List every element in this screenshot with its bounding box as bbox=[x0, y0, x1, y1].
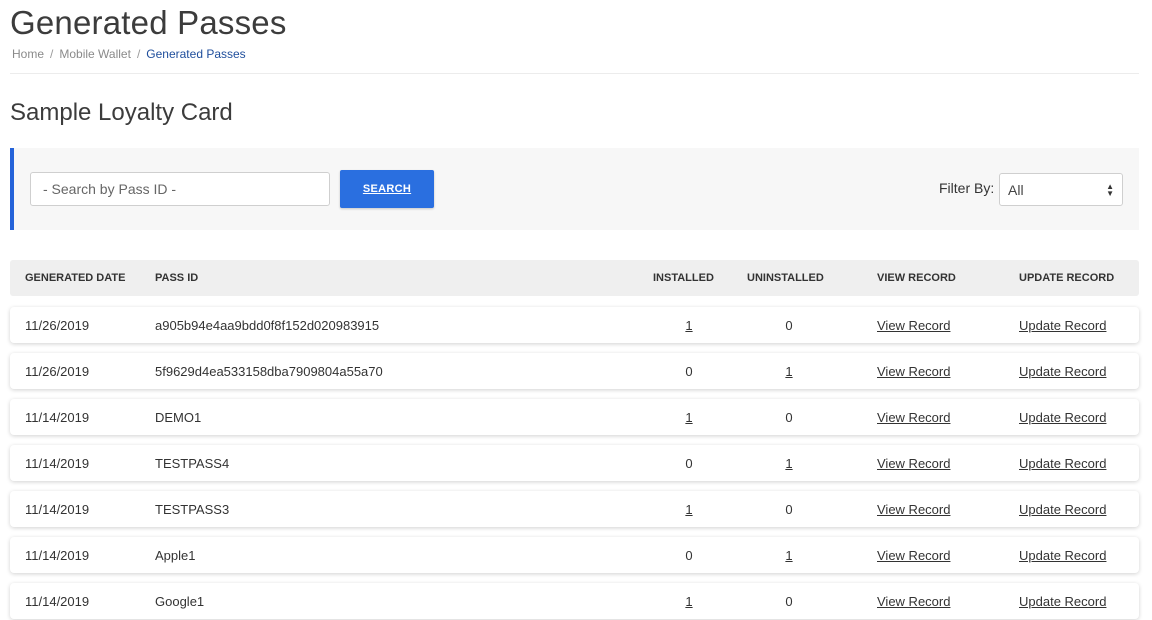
cell-installed[interactable]: 1 bbox=[680, 318, 698, 333]
update-record-link[interactable]: Update Record bbox=[1019, 318, 1106, 333]
cell-generated-date: 11/14/2019 bbox=[25, 502, 90, 517]
table-row: 11/26/2019 5f9629d4ea533158dba7909804a55a… bbox=[10, 353, 1139, 389]
table-row: 11/26/2019 a905b94e4aa9bdd0f8f152d0209839… bbox=[10, 307, 1139, 343]
update-record-link[interactable]: Update Record bbox=[1019, 502, 1106, 517]
cell-installed[interactable]: 1 bbox=[680, 410, 698, 425]
cell-pass-id: Apple1 bbox=[155, 548, 196, 563]
header-view-record: VIEW RECORD bbox=[877, 272, 956, 284]
view-record-link[interactable]: View Record bbox=[877, 410, 950, 425]
view-record-link[interactable]: View Record bbox=[877, 364, 950, 379]
header-uninstalled: UNINSTALLED bbox=[747, 272, 824, 284]
cell-generated-date: 11/26/2019 bbox=[25, 364, 90, 379]
view-record-link[interactable]: View Record bbox=[877, 456, 950, 471]
view-record-link[interactable]: View Record bbox=[877, 594, 950, 609]
update-record-link[interactable]: Update Record bbox=[1019, 548, 1106, 563]
view-record-link[interactable]: View Record bbox=[877, 502, 950, 517]
cell-generated-date: 11/26/2019 bbox=[25, 318, 90, 333]
view-record-link[interactable]: View Record bbox=[877, 318, 950, 333]
cell-pass-id: TESTPASS3 bbox=[155, 502, 230, 517]
table-header: GENERATED DATE PASS ID INSTALLED UNINSTA… bbox=[10, 260, 1139, 296]
header-generated-date: GENERATED DATE bbox=[25, 272, 126, 284]
cell-installed[interactable]: 1 bbox=[680, 502, 698, 517]
table-row: 11/14/2019 Google1 1 0 View Record Update Rec… bbox=[10, 583, 1139, 619]
filter-selected-value: All bbox=[1008, 181, 1024, 198]
cell-pass-id: TESTPASS4 bbox=[155, 456, 230, 471]
cell-generated-date: 11/14/2019 bbox=[25, 456, 90, 471]
breadcrumb-current: Generated Passes bbox=[146, 47, 246, 61]
breadcrumb: Home / Mobile Wallet / Generated Passes bbox=[12, 47, 246, 61]
search-input[interactable] bbox=[30, 172, 330, 206]
table-row: 11/14/2019 TESTPASS3 1 0 View Record Update R… bbox=[10, 491, 1139, 527]
cell-generated-date: 11/14/2019 bbox=[25, 594, 90, 609]
cell-uninstalled[interactable]: 1 bbox=[780, 548, 798, 563]
page-title: Generated Passes bbox=[10, 4, 287, 41]
cell-pass-id: Google1 bbox=[155, 594, 205, 609]
cell-uninstalled[interactable]: 1 bbox=[780, 456, 798, 471]
update-record-link[interactable]: Update Record bbox=[1019, 364, 1106, 379]
cell-pass-id: a905b94e4aa9bdd0f8f152d020983915 bbox=[155, 318, 380, 333]
filter-select[interactable]: All ▲ ▼ bbox=[999, 173, 1123, 206]
search-button[interactable]: SEARCH bbox=[340, 170, 434, 208]
cell-generated-date: 11/14/2019 bbox=[25, 548, 90, 563]
header-installed: INSTALLED bbox=[653, 272, 714, 284]
cell-installed: 0 bbox=[685, 456, 693, 471]
breadcrumb-mobile-wallet-link[interactable]: Mobile Wallet bbox=[59, 47, 131, 61]
cell-uninstalled: 0 bbox=[785, 594, 793, 609]
header-update-record: UPDATE RECORD bbox=[1019, 272, 1115, 284]
table-row: 11/14/2019 TESTPASS4 0 1 View Record Update R… bbox=[10, 445, 1139, 481]
cell-pass-id: 5f9629d4ea533158dba7909804a55a70 bbox=[155, 364, 383, 379]
cell-installed: 0 bbox=[685, 548, 693, 563]
breadcrumb-separator: / bbox=[136, 47, 141, 61]
search-panel: SEARCH Filter By: All ▲▼ bbox=[10, 148, 1139, 230]
cell-uninstalled[interactable]: 1 bbox=[780, 364, 798, 379]
cell-installed[interactable]: 1 bbox=[680, 594, 698, 609]
cell-uninstalled: 0 bbox=[785, 502, 793, 517]
cell-uninstalled: 0 bbox=[785, 410, 793, 425]
update-record-link[interactable]: Update Record bbox=[1019, 594, 1106, 609]
section-title: Sample Loyalty Card bbox=[10, 99, 233, 126]
breadcrumb-separator: / bbox=[50, 47, 54, 61]
select-arrows-icon: ▲ ▼ bbox=[1106, 181, 1114, 198]
view-record-link[interactable]: View Record bbox=[877, 548, 950, 563]
update-record-link[interactable]: Update Record bbox=[1019, 456, 1106, 471]
table-row: 11/14/2019 Apple1 0 1 View Record Update Reco… bbox=[10, 537, 1139, 573]
filter-label: Filter By: bbox=[939, 180, 995, 196]
header-pass-id: PASS ID bbox=[155, 272, 199, 284]
table-row: 11/14/2019 DEMO1 1 0 View Record Update Recor… bbox=[10, 399, 1139, 435]
cell-generated-date: 11/14/2019 bbox=[25, 410, 90, 425]
header-divider bbox=[10, 73, 1139, 74]
breadcrumb-home-link[interactable]: Home bbox=[12, 47, 44, 61]
update-record-link[interactable]: Update Record bbox=[1019, 410, 1106, 425]
cell-installed: 0 bbox=[685, 364, 693, 379]
cell-pass-id: DEMO1 bbox=[155, 410, 202, 425]
cell-uninstalled: 0 bbox=[785, 318, 793, 333]
